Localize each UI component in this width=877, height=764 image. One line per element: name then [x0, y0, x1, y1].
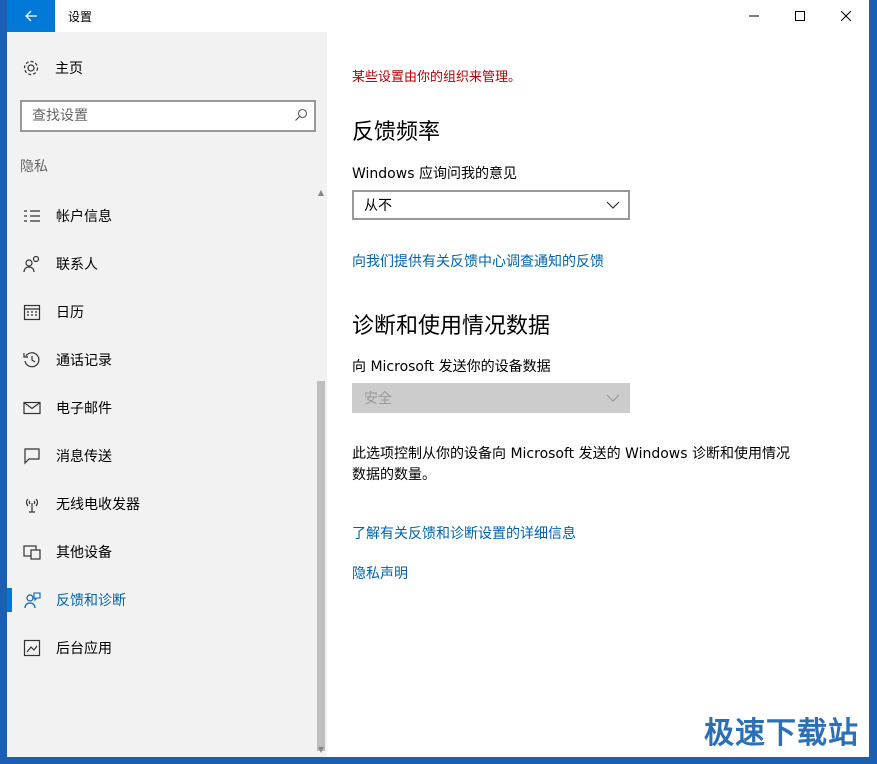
watermark: 极速下载站 [704, 716, 859, 751]
nav-item-label: 电子邮件 [56, 401, 112, 417]
nav-item-label: 日历 [56, 305, 84, 321]
managed-by-org-notice: 某些设置由你的组织来管理。 [352, 70, 522, 85]
home-link[interactable]: 主页 [21, 56, 83, 80]
account-info-icon [22, 206, 42, 226]
calendar-icon [22, 302, 42, 322]
search-input[interactable] [22, 102, 282, 130]
maximize-icon [795, 11, 805, 21]
nav-item-label: 其他设备 [56, 545, 112, 561]
diagnostics-heading: 诊断和使用情况数据 [352, 314, 551, 339]
title-bar: 设置 [7, 0, 869, 32]
window-controls [731, 0, 869, 32]
maximize-button[interactable] [777, 0, 823, 32]
nav-item-other-devices[interactable]: 其他设备 [7, 528, 315, 576]
feedback-hub-survey-link[interactable]: 向我们提供有关反馈中心调查通知的反馈 [352, 251, 604, 271]
learn-more-link[interactable]: 了解有关反馈和诊断设置的详细信息 [352, 523, 576, 543]
other-devices-icon [22, 542, 42, 562]
feedback-frequency-dropdown[interactable]: 从不 [352, 190, 630, 220]
navigation-pane: 主页 隐私 帐户信息 联系人 [7, 32, 327, 757]
nav-item-label: 帐户信息 [56, 209, 112, 225]
diagnostics-value: 安全 [364, 391, 392, 407]
scroll-up-arrow-icon[interactable]: ▲ [317, 188, 325, 198]
privacy-nav-list: 帐户信息 联系人 日历 通话记录 电子邮件 消息传送 无线电收发器 其他设备 反… [7, 192, 315, 672]
minimize-icon [749, 15, 759, 17]
radios-icon [22, 494, 42, 514]
section-header-privacy: 隐私 [20, 159, 48, 175]
email-icon [22, 398, 42, 418]
nav-item-call-history[interactable]: 通话记录 [7, 336, 315, 384]
contacts-icon [22, 254, 42, 274]
gear-icon [21, 58, 41, 78]
nav-item-account-info[interactable]: 帐户信息 [7, 192, 315, 240]
close-icon [841, 11, 851, 21]
nav-item-label: 通话记录 [56, 353, 112, 369]
messaging-icon [22, 446, 42, 466]
nav-item-messaging[interactable]: 消息传送 [7, 432, 315, 480]
minimize-button[interactable] [731, 0, 777, 32]
call-history-icon [22, 350, 42, 370]
diagnostics-description: 此选项控制从你的设备向 Microsoft 发送的 Windows 诊断和使用情… [352, 446, 791, 483]
home-label: 主页 [55, 61, 83, 77]
feedback-icon [22, 590, 42, 610]
settings-window: 设置 主页 查找设置 隐私 帐户信息 联系人 日历 通话记录 电子邮件 消息传送… [7, 0, 869, 757]
background-apps-icon [22, 638, 42, 658]
nav-item-label: 后台应用 [56, 641, 112, 657]
nav-scrollbar[interactable]: ▲ ▼ [315, 184, 327, 757]
nav-item-label: 联系人 [56, 257, 98, 273]
nav-item-radios[interactable]: 无线电收发器 [7, 480, 315, 528]
diagnostics-dropdown[interactable]: 安全 [352, 383, 630, 413]
feedback-frequency-label: Windows 应询问我的意见 [352, 166, 517, 182]
chevron-down-icon [606, 201, 620, 209]
feedback-frequency-heading: 反馈频率 [352, 120, 441, 145]
nav-item-contacts[interactable]: 联系人 [7, 240, 315, 288]
close-button[interactable] [823, 0, 869, 32]
content-pane: 某些设置由你的组织来管理。 反馈频率 Windows 应询问我的意见 从不 向我… [327, 32, 869, 757]
nav-item-label: 无线电收发器 [56, 497, 140, 513]
scroll-thumb[interactable] [317, 381, 325, 751]
scroll-down-arrow-icon[interactable]: ▼ [317, 745, 325, 755]
search-box [20, 100, 316, 132]
diagnostics-label: 向 Microsoft 发送你的设备数据 [352, 359, 551, 375]
privacy-statement-link[interactable]: 隐私声明 [352, 563, 408, 583]
window-title: 设置 [68, 9, 93, 24]
back-arrow-icon [25, 10, 37, 22]
back-button[interactable] [7, 0, 55, 32]
nav-item-calendar[interactable]: 日历 [7, 288, 315, 336]
feedback-frequency-value: 从不 [364, 198, 392, 214]
nav-item-email[interactable]: 电子邮件 [7, 384, 315, 432]
nav-item-background-apps[interactable]: 后台应用 [7, 624, 315, 672]
nav-item-feedback-diagnostics[interactable]: 反馈和诊断 [7, 576, 315, 624]
chevron-down-icon [606, 394, 620, 402]
search-icon[interactable] [294, 108, 308, 122]
nav-item-label: 消息传送 [56, 449, 112, 465]
nav-item-label: 反馈和诊断 [56, 593, 126, 609]
